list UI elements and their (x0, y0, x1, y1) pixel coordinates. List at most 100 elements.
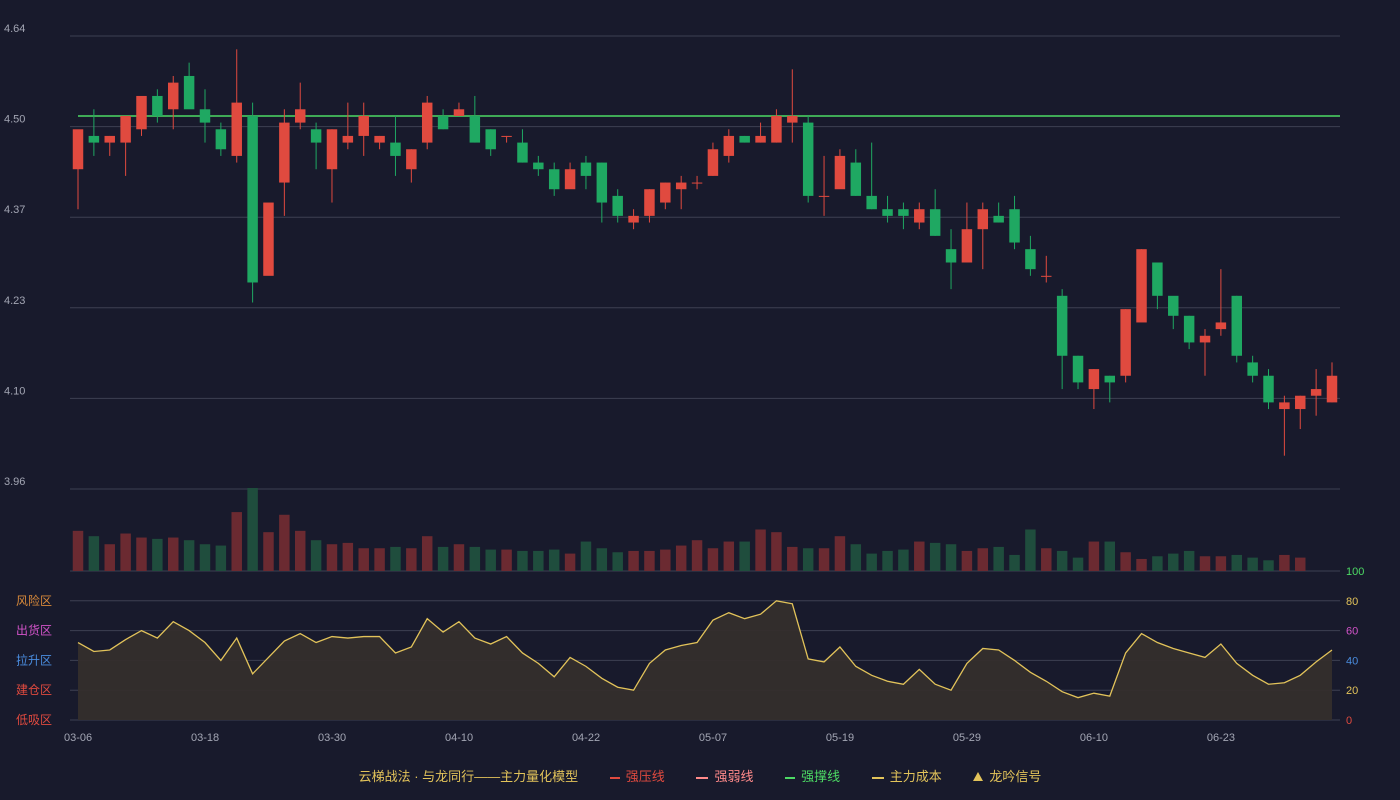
volume-bar (453, 544, 465, 571)
strong-support-swatch (785, 776, 796, 779)
candle-body (263, 202, 274, 276)
candle (802, 115, 814, 203)
candle (104, 135, 115, 156)
volume-bar (977, 548, 989, 571)
candlestick-series (72, 49, 1338, 456)
volume-bar (231, 512, 242, 571)
candle-body (437, 115, 449, 130)
date-tick-label: 06-10 (1080, 732, 1108, 744)
volume-bar (437, 546, 449, 571)
volume-bar (1231, 554, 1242, 571)
triangle-icon (973, 771, 984, 781)
volume-bar (660, 549, 671, 571)
candle-body (421, 102, 433, 143)
volume-bar (612, 552, 623, 571)
volume-bar (390, 546, 401, 571)
candle (739, 135, 750, 143)
candle (1263, 369, 1274, 410)
candle (1183, 315, 1195, 350)
candle (564, 162, 576, 190)
volume-bar (199, 544, 211, 571)
candle-body (342, 135, 354, 143)
candle-body (675, 182, 687, 190)
volume-bar (771, 532, 782, 571)
legend-item-strong-support: 强撑线 (785, 766, 840, 785)
volume-bar (168, 537, 179, 571)
candle-body (1295, 395, 1306, 410)
date-tick-label: 03-30 (318, 732, 346, 744)
candle (279, 109, 290, 216)
candle-body (739, 135, 750, 143)
volume-bar (215, 545, 227, 571)
candle (390, 115, 401, 176)
grid-lines (70, 35, 1340, 490)
legend-item-strength-line: 强弱线 (696, 766, 753, 785)
candle-body (596, 162, 608, 203)
legend-label: 强撑线 (801, 769, 841, 784)
candle (1231, 295, 1242, 363)
stock-chart: 4.64 4.50 4.37 4.23 4.10 3.96 100 80 60 40 20 0 风险区… (4, 23, 1364, 744)
volume-bar (787, 546, 798, 571)
volume-bar (1152, 556, 1163, 571)
volume-bar (898, 549, 909, 571)
candle (72, 129, 84, 210)
candle (1088, 369, 1100, 410)
candle-body (1104, 375, 1116, 383)
candle (771, 109, 782, 143)
volume-bar (1215, 556, 1227, 571)
candle (168, 75, 179, 130)
candle-body (1247, 362, 1258, 376)
volume-bar (1279, 554, 1290, 571)
volume-bar (1183, 550, 1195, 571)
candle-body (961, 229, 973, 263)
candle (183, 62, 195, 110)
strong-resistance-swatch (609, 776, 620, 779)
volume-bar (104, 544, 115, 571)
candle-body (628, 215, 639, 223)
candle (310, 122, 322, 170)
volume-bar (247, 488, 258, 571)
candle (993, 202, 1004, 223)
volume-bar (882, 550, 893, 571)
volume-bar (929, 542, 941, 571)
candle-body (929, 209, 941, 236)
candle (1072, 355, 1084, 390)
legend-title: 云梯战法 · 与龙同行——主力量化模型 (358, 769, 579, 784)
candle (247, 102, 258, 303)
candle (231, 49, 242, 163)
zone-label: 建仓区 (16, 683, 52, 697)
candle-body (120, 115, 131, 143)
volume-bar (707, 548, 719, 571)
price-tick-label: 3.96 (4, 476, 25, 488)
candle-body (834, 155, 846, 190)
candle (294, 82, 306, 130)
candle-body (644, 189, 655, 216)
candle-body (802, 122, 814, 196)
candle-body (136, 95, 147, 130)
candle (421, 95, 433, 150)
candle (1009, 195, 1020, 250)
candle-body (199, 109, 211, 123)
candle (1120, 309, 1131, 383)
volume-bar (533, 550, 544, 571)
volume-bar (517, 550, 528, 571)
candle (755, 122, 766, 143)
candle (152, 89, 163, 123)
volume-bar (294, 530, 306, 571)
volume-bar (136, 537, 147, 571)
price-tick-label: 4.23 (4, 295, 25, 307)
candle (1168, 295, 1179, 330)
candle-body (612, 195, 623, 216)
candle (1136, 249, 1147, 323)
price-axis: 4.64 4.50 4.37 4.23 4.10 3.96 (4, 23, 25, 488)
legend-label: 龙吟信号 (989, 769, 1042, 784)
candle-body (231, 102, 242, 156)
volume-bar (279, 514, 290, 571)
candle (533, 155, 544, 176)
date-tick-label: 05-29 (953, 732, 981, 744)
candle-body (850, 162, 862, 196)
indicator-tick-label: 80 (1346, 596, 1358, 608)
candle-body (1231, 295, 1242, 356)
volume-bar (723, 541, 735, 571)
legend-label: 强弱线 (714, 769, 754, 784)
